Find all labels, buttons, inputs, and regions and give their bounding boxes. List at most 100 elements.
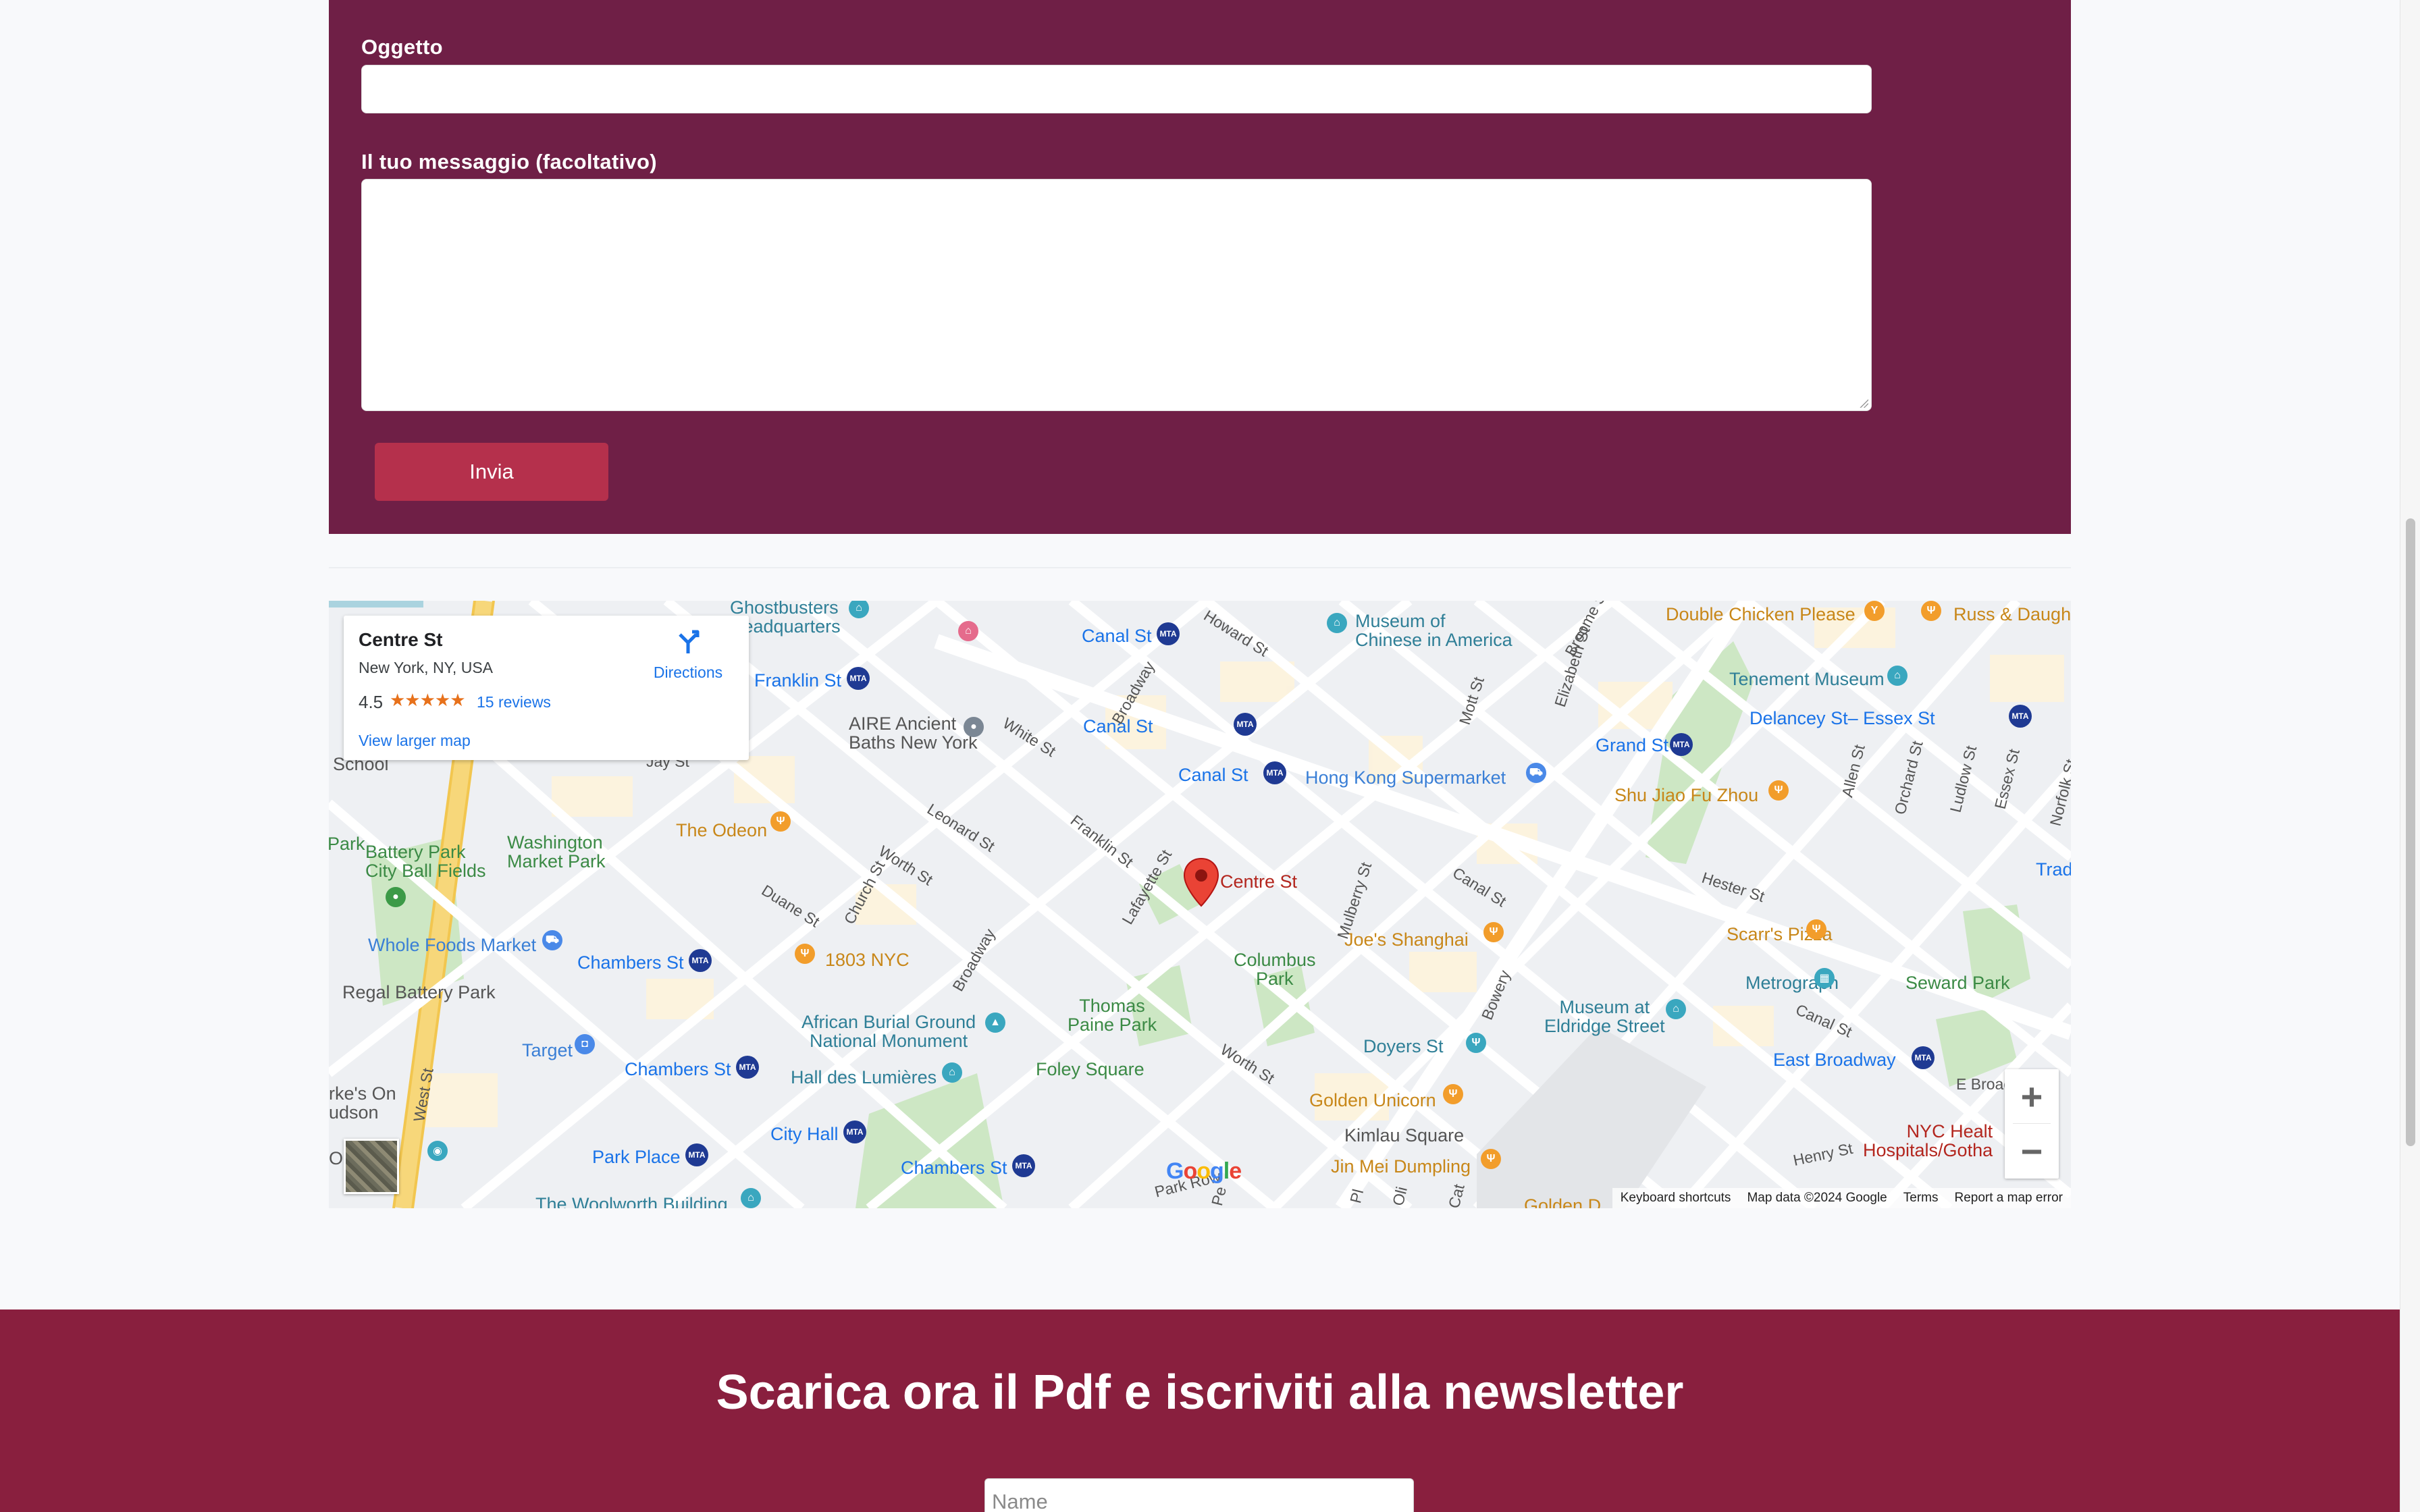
metro-icon[interactable]: MTA: [1234, 713, 1257, 736]
park-pin-icon[interactable]: ●: [386, 887, 406, 907]
google-map[interactable]: Ghostbusters Headquarters ⌂ ⌂ Canal St M…: [329, 601, 2071, 1208]
resize-grip-icon[interactable]: [1859, 398, 1868, 408]
terms-link[interactable]: Terms: [1903, 1191, 1939, 1206]
poi-hall-lumieres[interactable]: Hall des Lumières: [791, 1068, 937, 1087]
poi-thomas-paine[interactable]: Thomas Paine Park: [1068, 996, 1157, 1035]
poi-joes-shanghai[interactable]: Joe's Shanghai: [1344, 930, 1469, 950]
bus-stop-icon[interactable]: Ψ: [1466, 1033, 1486, 1053]
restaurant-icon[interactable]: Ψ: [770, 811, 791, 832]
metro-icon[interactable]: MTA: [1157, 622, 1180, 645]
directions-button[interactable]: Directions: [648, 628, 729, 682]
satellite-view-toggle[interactable]: [344, 1139, 399, 1194]
poi-chambers-st-3[interactable]: Chambers St: [901, 1158, 1007, 1178]
map-attribution: Keyboard shortcuts Map data ©2024 Google…: [1612, 1188, 2071, 1208]
poi-grand-st[interactable]: Grand St: [1596, 736, 1668, 755]
place-pin-icon[interactable]: ●: [964, 717, 984, 737]
shopping-cart-icon[interactable]: ⛟: [1526, 763, 1546, 783]
zoom-out-button[interactable]: −: [2005, 1124, 2059, 1178]
poi-delancey[interactable]: Delancey St– Essex St: [1750, 709, 1935, 728]
zoom-in-button[interactable]: +: [2005, 1069, 2059, 1123]
bar-icon[interactable]: Y: [1864, 601, 1885, 621]
subject-input[interactable]: [361, 65, 1872, 113]
poi-african-burial[interactable]: African Burial Ground National Monument: [801, 1013, 976, 1051]
scrollbar-thumb[interactable]: [2406, 518, 2415, 1146]
metro-icon[interactable]: MTA: [843, 1120, 866, 1143]
camera-icon[interactable]: ◉: [427, 1141, 448, 1161]
poi-museum-chinese[interactable]: Museum of Chinese in America: [1355, 612, 1512, 650]
poi-canal-st-3[interactable]: Canal St: [1178, 765, 1248, 785]
shopping-bag-icon[interactable]: ◘: [575, 1034, 595, 1054]
metro-icon[interactable]: MTA: [689, 949, 712, 972]
keyboard-shortcuts-link[interactable]: Keyboard shortcuts: [1621, 1191, 1731, 1206]
poi-park: Park: [329, 834, 365, 854]
metro-icon[interactable]: MTA: [2009, 705, 2032, 728]
poi-shu-jiao[interactable]: Shu Jiao Fu Zhou: [1614, 786, 1758, 805]
cinema-icon[interactable]: ▦: [1814, 968, 1835, 988]
poi-trader-jo[interactable]: Trader Jo: [2036, 860, 2071, 880]
poi-golden-unicorn[interactable]: Golden Unicorn: [1309, 1091, 1436, 1110]
poi-jin-mei[interactable]: Jin Mei Dumpling: [1331, 1157, 1471, 1177]
restaurant-icon[interactable]: Ψ: [1481, 1149, 1501, 1169]
poi-foley-square[interactable]: Foley Square: [1036, 1060, 1145, 1079]
map-data-text: Map data ©2024 Google: [1747, 1191, 1887, 1205]
poi-kimlau-square[interactable]: Kimlau Square: [1344, 1126, 1464, 1145]
poi-rkes-on-hudson: rke's On udson: [329, 1083, 396, 1123]
poi-nyc-health[interactable]: NYC Healt Hospitals/Gotha: [1863, 1122, 1993, 1160]
poi-battery-park[interactable]: Battery Park City Ball Fields: [365, 842, 486, 881]
museum-icon[interactable]: ⌂: [942, 1062, 962, 1083]
poi-woolworth[interactable]: The Woolworth Building: [535, 1195, 728, 1208]
location-marker-icon[interactable]: [1182, 857, 1220, 909]
poi-hong-kong[interactable]: Hong Kong Supermarket: [1305, 768, 1506, 788]
poi-tenement[interactable]: Tenement Museum: [1729, 670, 1885, 689]
poi-washington-market[interactable]: Washington Market Park: [507, 833, 606, 871]
poi-1803-nyc[interactable]: 1803 NYC: [825, 950, 910, 970]
restaurant-icon[interactable]: Ψ: [1768, 780, 1789, 801]
metro-icon[interactable]: MTA: [847, 667, 870, 690]
metro-icon[interactable]: MTA: [1263, 761, 1286, 784]
reviews-link[interactable]: 15 reviews: [477, 693, 551, 711]
place-info-card: Centre St New York, NY, USA 4.5 ★★★★★ 15…: [344, 616, 749, 760]
poi-park-place[interactable]: Park Place: [592, 1148, 681, 1167]
hotel-icon[interactable]: ⌂: [958, 621, 978, 641]
poi-chambers-st-1[interactable]: Chambers St: [577, 953, 684, 973]
poi-chambers-st-2[interactable]: Chambers St: [625, 1060, 731, 1079]
museum-icon[interactable]: ⌂: [1666, 999, 1686, 1019]
monument-icon[interactable]: ▲: [985, 1013, 1005, 1033]
view-larger-map-link[interactable]: View larger map: [359, 732, 471, 750]
poi-canal-st-1[interactable]: Canal St: [1082, 626, 1152, 646]
poi-double-chicken[interactable]: Double Chicken Please: [1666, 605, 1856, 624]
name-input[interactable]: [984, 1478, 1414, 1512]
poi-aire[interactable]: AIRE Ancient Baths New York: [849, 714, 978, 753]
page-scrollbar[interactable]: [2400, 0, 2420, 1512]
museum-icon[interactable]: ⌂: [1327, 613, 1347, 633]
museum-icon[interactable]: ⌂: [741, 1188, 761, 1208]
restaurant-icon[interactable]: Ψ: [1483, 922, 1504, 942]
restaurant-icon[interactable]: Ψ: [1806, 919, 1826, 940]
poi-city-hall[interactable]: City Hall: [770, 1125, 839, 1144]
message-textarea[interactable]: [361, 179, 1872, 411]
submit-button[interactable]: Invia: [375, 443, 608, 501]
restaurant-icon[interactable]: Ψ: [795, 944, 815, 964]
poi-the-odeon[interactable]: The Odeon: [676, 821, 767, 840]
museum-icon[interactable]: ⌂: [1887, 666, 1908, 686]
metro-icon[interactable]: MTA: [1012, 1154, 1035, 1177]
poi-columbus-park[interactable]: Columbus Park: [1234, 950, 1316, 989]
metro-icon[interactable]: MTA: [736, 1056, 759, 1079]
metro-icon[interactable]: MTA: [685, 1143, 708, 1166]
restaurant-icon[interactable]: Ψ: [1921, 601, 1941, 621]
restaurant-icon[interactable]: Ψ: [1443, 1084, 1463, 1104]
poi-target[interactable]: Target: [522, 1041, 573, 1060]
poi-whole-foods[interactable]: Whole Foods Market: [368, 936, 536, 955]
shopping-cart-icon[interactable]: ⛟: [542, 930, 562, 950]
metro-icon[interactable]: MTA: [1912, 1046, 1935, 1069]
report-error-link[interactable]: Report a map error: [1954, 1191, 2063, 1206]
poi-east-broadway[interactable]: East Broadway: [1773, 1050, 1896, 1070]
poi-regal[interactable]: Regal Battery Park: [342, 983, 496, 1002]
poi-franklin-st[interactable]: Franklin St: [754, 671, 841, 691]
marker-label[interactable]: Centre St: [1220, 872, 1297, 892]
poi-seward-park[interactable]: Seward Park: [1905, 973, 2010, 993]
poi-russ[interactable]: Russ & Daugh: [1953, 605, 2071, 624]
metro-icon[interactable]: MTA: [1670, 733, 1693, 756]
poi-doyers-st[interactable]: Doyers St: [1363, 1037, 1444, 1056]
poi-museum-eldridge[interactable]: Museum at Eldridge Street: [1544, 998, 1665, 1036]
